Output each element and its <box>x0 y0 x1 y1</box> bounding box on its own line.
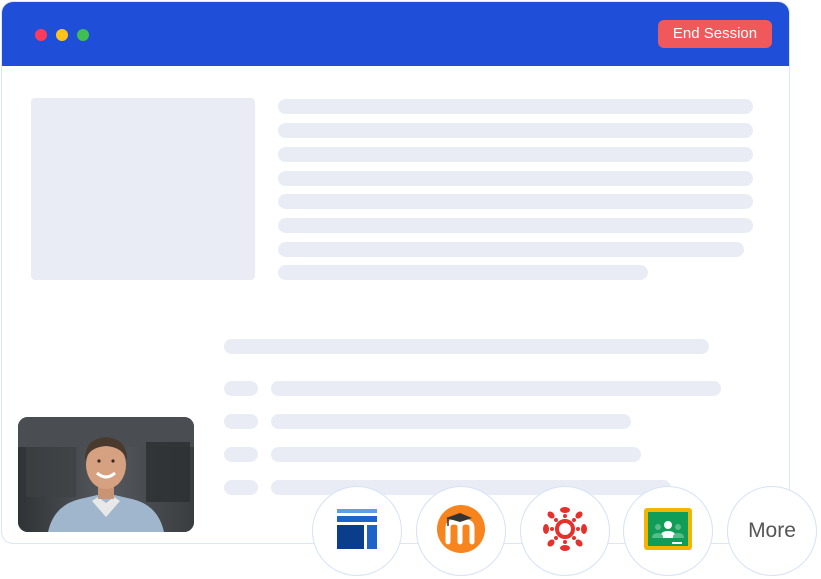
more-integrations-button[interactable]: More <box>727 486 817 576</box>
more-label: More <box>748 519 796 542</box>
text-line-placeholder <box>278 265 648 280</box>
google-classroom-integration-button[interactable] <box>623 486 713 576</box>
moodle-icon <box>436 504 486 559</box>
blackboard-icon <box>337 508 377 554</box>
text-line-placeholder <box>278 194 753 209</box>
text-line-placeholder <box>278 242 744 257</box>
list-bullet-placeholder <box>224 480 258 495</box>
text-line-placeholder <box>278 171 753 186</box>
webcam-video <box>18 417 194 532</box>
list-bullet-placeholder <box>224 447 258 462</box>
list-bullet-placeholder <box>224 381 258 396</box>
blackboard-integration-button[interactable] <box>312 486 402 576</box>
list-bullet-placeholder <box>224 414 258 429</box>
text-line-placeholder <box>278 123 753 138</box>
title-bar: End Session <box>2 2 789 66</box>
end-session-button[interactable]: End Session <box>658 20 772 48</box>
text-line-placeholder <box>278 99 753 114</box>
google-classroom-icon <box>644 507 692 555</box>
close-window-dot[interactable] <box>35 29 47 41</box>
canvas-icon <box>540 504 590 559</box>
image-placeholder <box>31 98 255 280</box>
minimize-window-dot[interactable] <box>56 29 68 41</box>
list-line-placeholder <box>271 447 641 462</box>
moodle-integration-button[interactable] <box>416 486 506 576</box>
text-line-placeholder <box>278 218 753 233</box>
text-line-placeholder <box>278 147 753 162</box>
heading-placeholder <box>224 339 709 354</box>
list-line-placeholder <box>271 414 631 429</box>
list-line-placeholder <box>271 381 721 396</box>
canvas-integration-button[interactable] <box>520 486 610 576</box>
maximize-window-dot[interactable] <box>77 29 89 41</box>
